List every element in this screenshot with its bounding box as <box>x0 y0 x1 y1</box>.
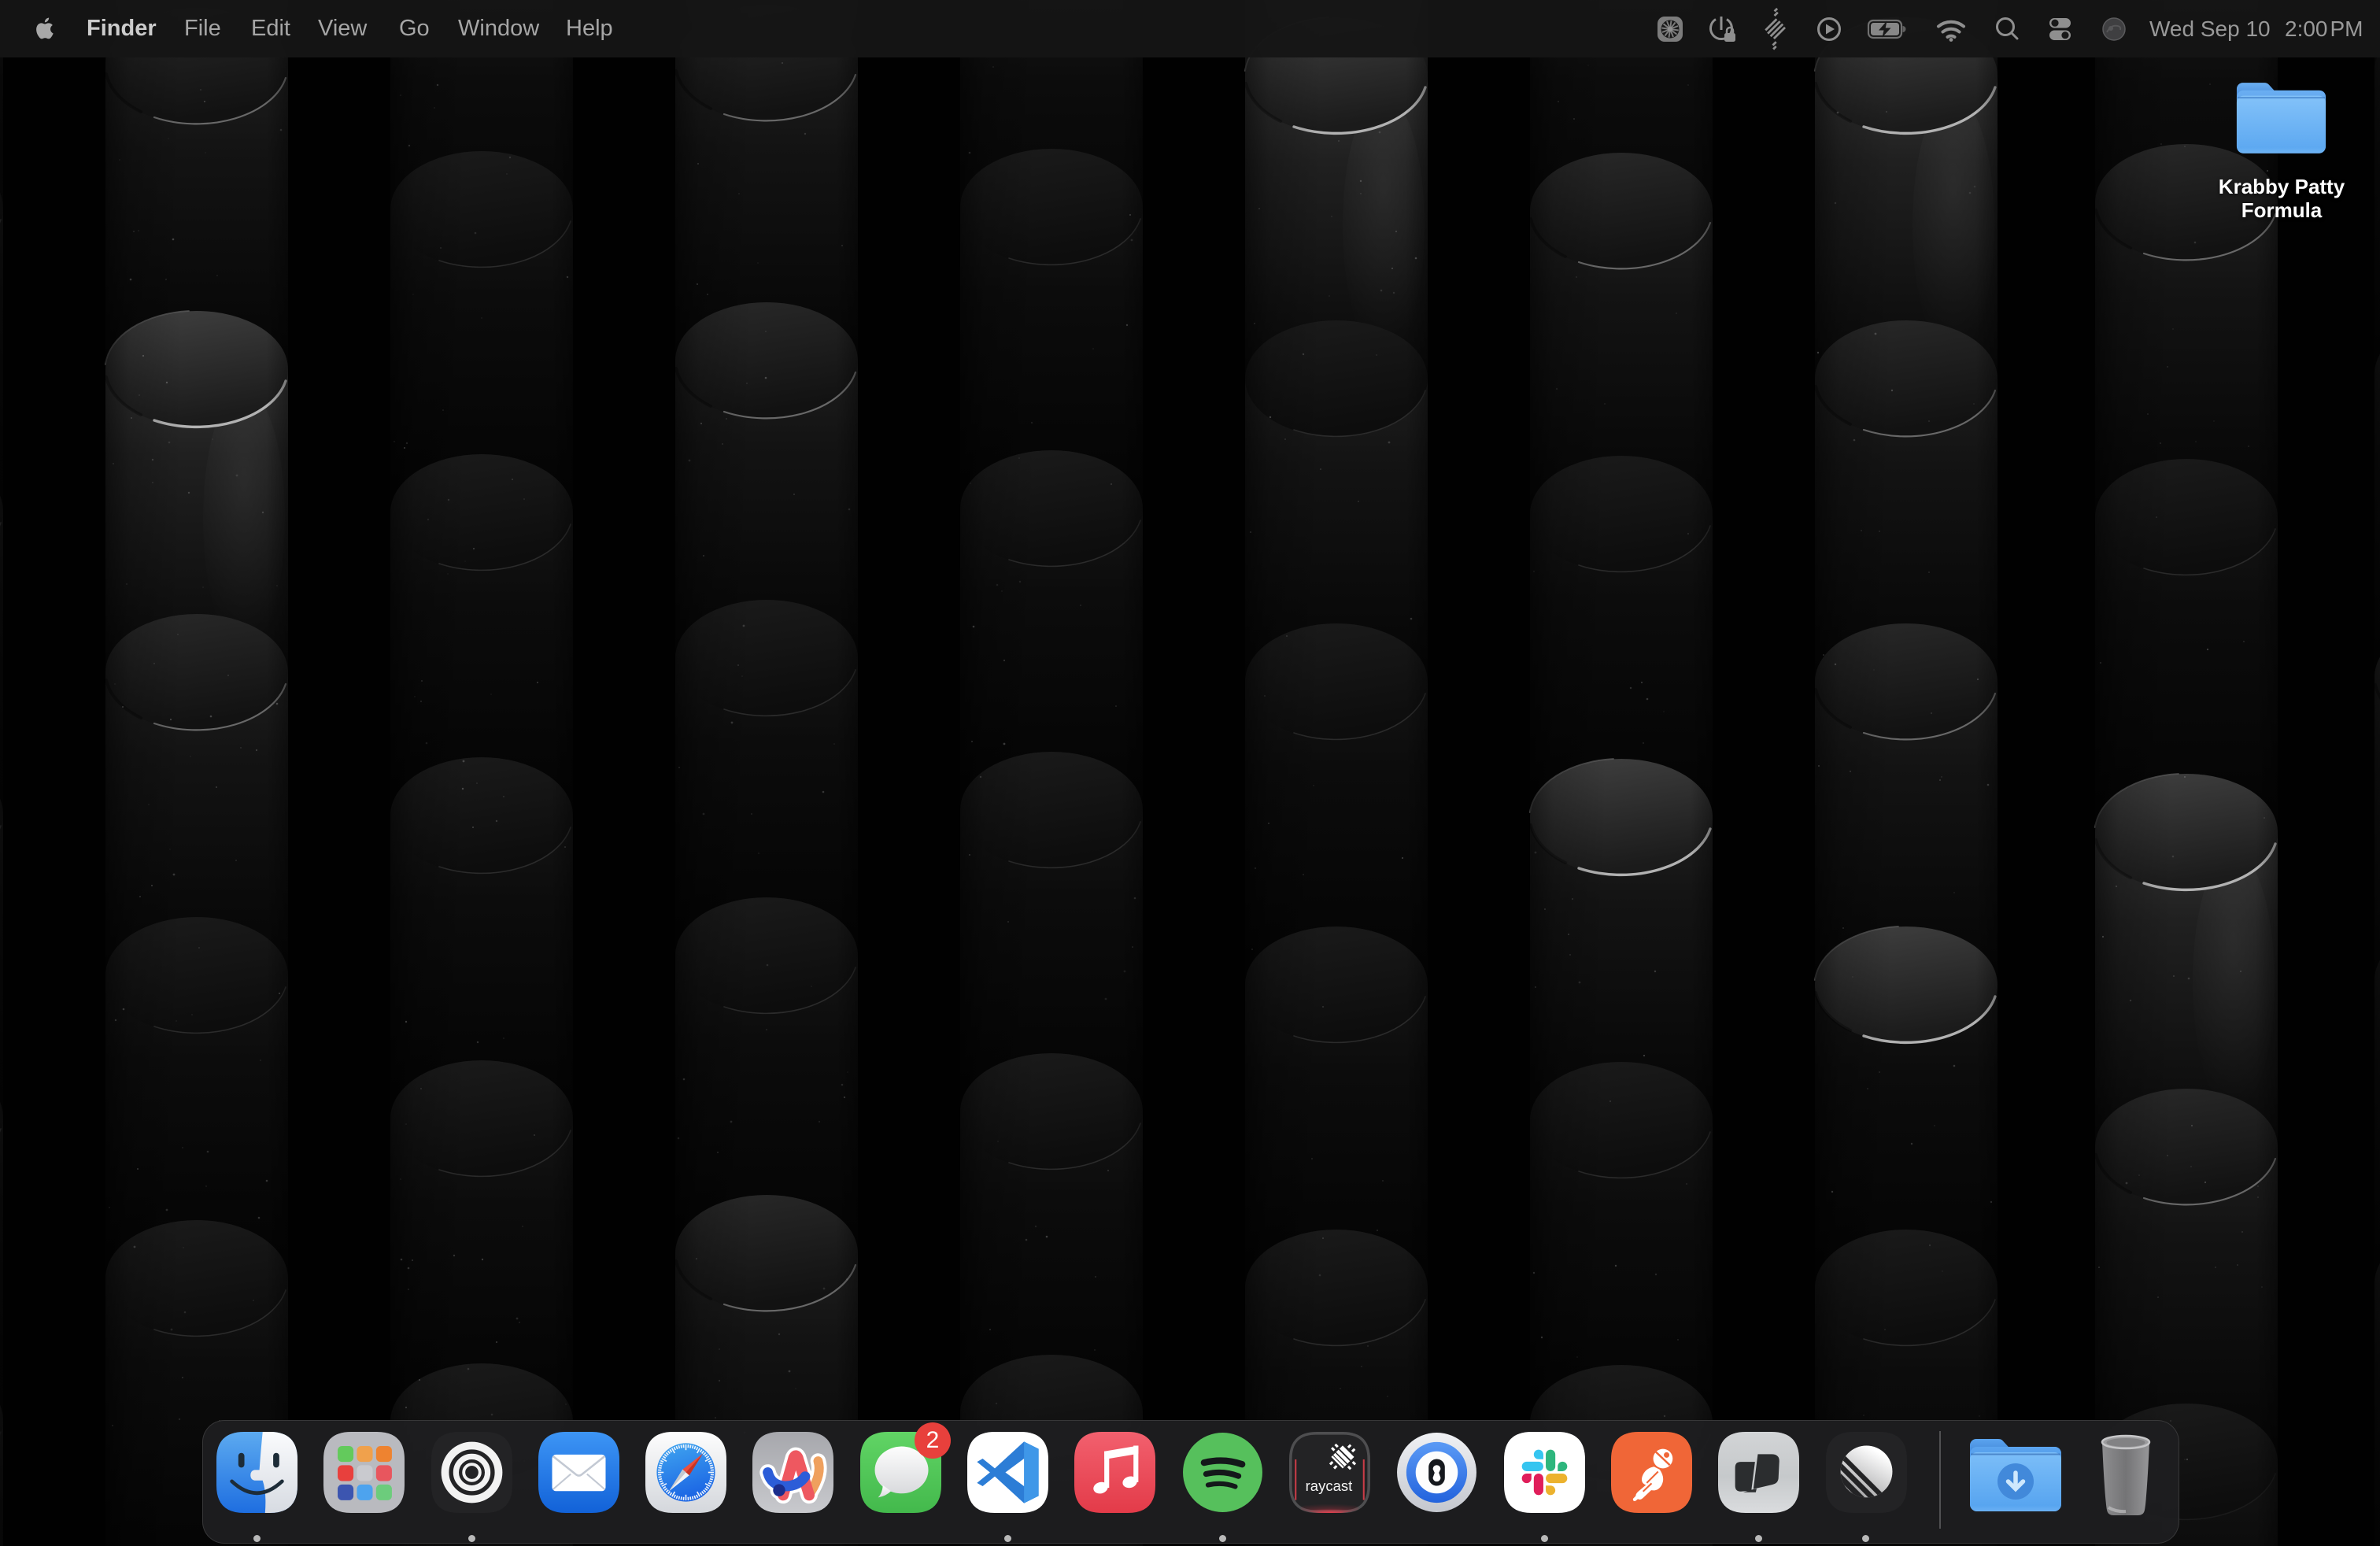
svg-text:raycast: raycast <box>1306 1478 1354 1494</box>
